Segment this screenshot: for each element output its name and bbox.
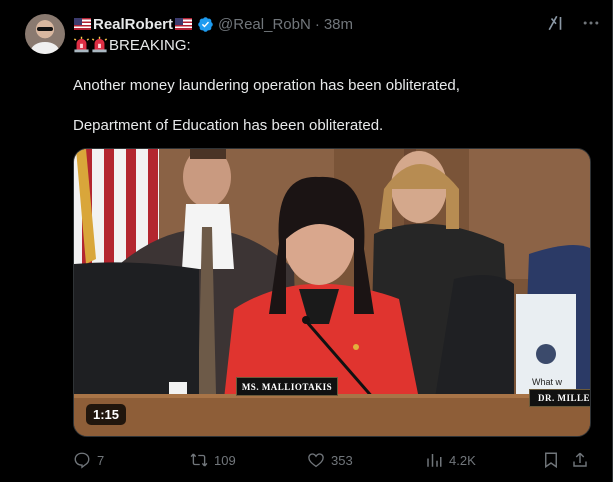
bookmark-icon — [545, 452, 557, 469]
avatar-shirt — [31, 42, 59, 54]
share-button[interactable] — [571, 450, 589, 470]
us-flag-icon — [74, 18, 91, 30]
tweet[interactable]: RealRobert @Real_RobN · 38m BREAKING: An… — [0, 0, 613, 482]
avatar[interactable] — [25, 14, 65, 54]
separator-dot: · — [314, 15, 320, 33]
views-chart-icon — [427, 454, 442, 467]
tweet-text-line-2: Another money laundering operation has b… — [73, 77, 460, 94]
video-player[interactable]: MS. MALLIOTAKIS What w DR. MILLER 1:15 — [73, 148, 591, 437]
like-button[interactable]: 353 — [307, 450, 353, 470]
siren-emoji-icon — [91, 36, 108, 53]
sign-text: What w — [532, 377, 563, 387]
handle[interactable]: @Real_RobN — [218, 16, 311, 33]
reply-count: 7 — [97, 452, 105, 468]
display-name[interactable]: RealRobert — [93, 16, 173, 33]
reply-icon — [74, 452, 90, 469]
repost-button[interactable]: 109 — [190, 450, 236, 470]
avatar-glasses — [37, 27, 53, 31]
like-count: 353 — [331, 452, 353, 468]
grok-icon[interactable] — [547, 14, 565, 32]
views-count: 4.2K — [449, 452, 476, 468]
video-duration-badge: 1:15 — [86, 404, 127, 425]
tweet-text-line-1: BREAKING: — [73, 36, 191, 56]
views-button[interactable]: 4.2K — [425, 450, 476, 470]
tweet-header: RealRobert @Real_RobN · 38m — [73, 14, 353, 34]
tweet-text-line-3: Department of Education has been obliter… — [73, 117, 384, 134]
nameplate-right: DR. MILLER — [529, 389, 590, 407]
more-options-icon[interactable] — [581, 13, 601, 33]
bookmark-button[interactable] — [542, 450, 560, 470]
heart-icon — [308, 453, 324, 468]
us-flag-icon — [175, 18, 193, 30]
reply-button[interactable]: 7 — [73, 450, 104, 470]
action-bar: 7 109 353 4.2K — [73, 450, 593, 470]
repost-count: 109 — [214, 452, 236, 468]
verified-badge-icon — [198, 16, 213, 32]
breaking-text: BREAKING: — [109, 37, 191, 54]
nameplate-left: MS. MALLIOTAKIS — [236, 377, 338, 396]
repost-icon — [190, 453, 208, 467]
timestamp[interactable]: 38m — [324, 16, 353, 33]
share-icon — [573, 452, 587, 467]
siren-emoji-icon — [73, 36, 90, 53]
